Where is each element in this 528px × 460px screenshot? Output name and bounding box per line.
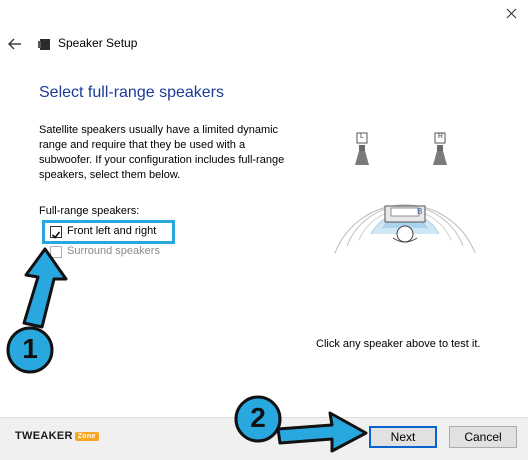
left-speaker-label: L: [360, 133, 364, 140]
front-left-right-checkbox[interactable]: [50, 226, 62, 239]
surround-speakers-label: Surround speakers: [67, 245, 160, 257]
page-title: Select full-range speakers: [39, 84, 224, 101]
right-speaker-label: R: [438, 133, 444, 140]
left-speaker[interactable]: L: [351, 132, 373, 173]
right-speaker[interactable]: R: [429, 132, 451, 173]
logo-text: TWEAKER: [15, 430, 73, 442]
cancel-button[interactable]: Cancel: [449, 426, 517, 448]
full-range-label: Full-range speakers:: [39, 205, 140, 217]
close-button[interactable]: [496, 0, 528, 28]
logo-badge: Zone: [74, 431, 99, 441]
step-2-number: 2: [250, 402, 266, 433]
back-arrow-icon: [8, 38, 21, 50]
test-hint: Click any speaker above to test it.: [316, 338, 481, 350]
checkmark-icon: [51, 231, 61, 239]
speaker-diagram: B L R: [325, 128, 485, 258]
step-1-number: 1: [22, 333, 38, 364]
back-button[interactable]: [6, 36, 24, 52]
page-description: Satellite speakers usually have a limite…: [39, 124, 285, 181]
step-2-callout: 2: [232, 395, 372, 455]
close-icon: [506, 8, 517, 19]
tweaker-logo: TWEAKER Zone: [15, 430, 99, 442]
center-speaker-label: B: [417, 207, 422, 216]
window-title: Speaker Setup: [58, 36, 138, 50]
step-1-callout: 1: [0, 245, 80, 377]
next-button[interactable]: Next: [369, 426, 437, 448]
speaker-app-icon: [38, 37, 52, 51]
front-left-right-label[interactable]: Front left and right: [67, 225, 156, 237]
